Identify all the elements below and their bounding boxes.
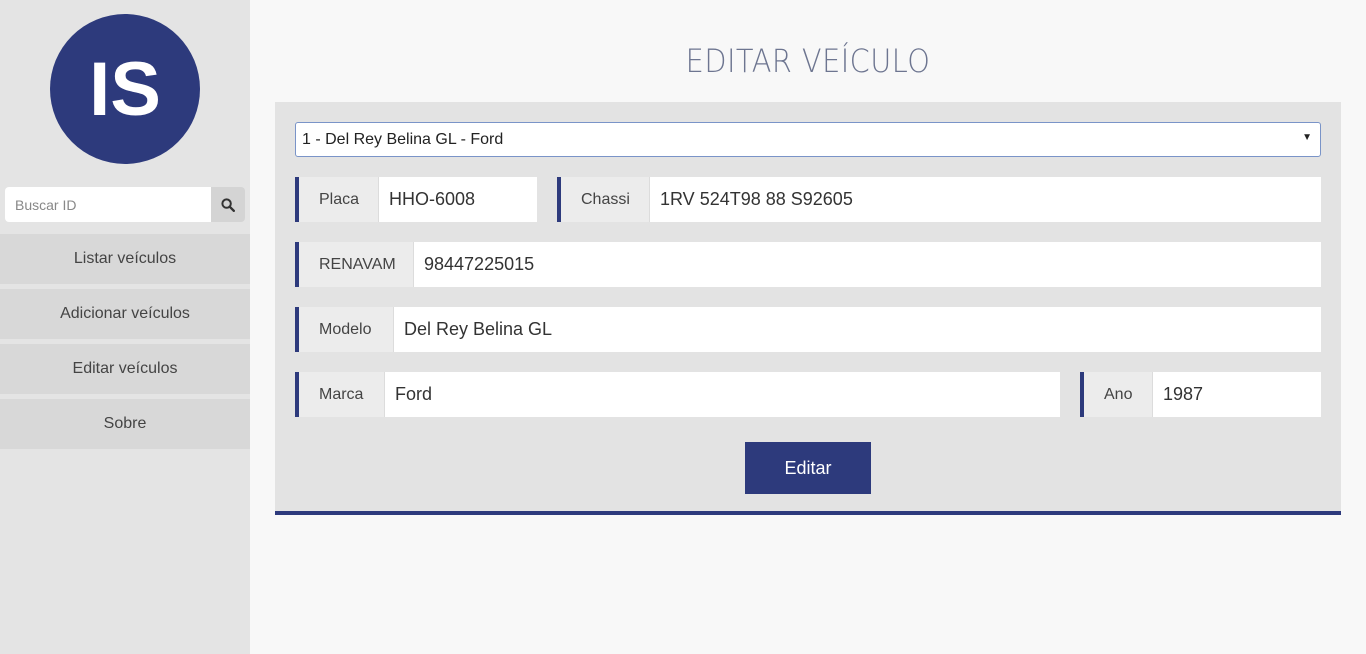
ano-field: Ano 1987 <box>1080 372 1321 417</box>
ano-label: Ano <box>1084 372 1153 417</box>
chassi-input[interactable]: 1RV 524T98 88 S92605 <box>650 177 1321 222</box>
placa-input[interactable]: HHO-6008 <box>379 177 537 222</box>
dropdown-arrow-icon: ▼ <box>1302 132 1312 143</box>
editar-button[interactable]: Editar <box>745 442 871 494</box>
logo-text: IS <box>89 46 161 132</box>
search-bar <box>5 187 245 222</box>
marca-label: Marca <box>299 372 385 417</box>
renavam-label: RENAVAM <box>299 242 414 287</box>
modelo-label: Modelo <box>299 307 394 352</box>
search-icon <box>221 197 235 212</box>
edit-form-panel: 1 - Del Rey Belina GL - Ford ▼ Placa HHO… <box>275 102 1341 515</box>
modelo-input[interactable]: Del Rey Belina GL <box>394 307 1321 352</box>
logo: IS <box>50 14 200 164</box>
nav-item-adicionar[interactable]: Adicionar veículos <box>0 289 250 339</box>
chassi-label: Chassi <box>561 177 650 222</box>
vehicle-select[interactable]: 1 - Del Rey Belina GL - Ford ▼ <box>295 122 1321 157</box>
nav-item-editar[interactable]: Editar veículos <box>0 344 250 394</box>
ano-input[interactable]: 1987 <box>1153 372 1321 417</box>
marca-field: Marca Ford <box>295 372 1060 417</box>
sidebar: IS Listar veículos Adicionar veículos Ed… <box>0 0 250 654</box>
nav-item-sobre[interactable]: Sobre <box>0 399 250 449</box>
sidebar-nav: Listar veículos Adicionar veículos Edita… <box>0 234 250 454</box>
search-button[interactable] <box>211 187 245 222</box>
renavam-field: RENAVAM 98447225015 <box>295 242 1321 287</box>
renavam-input[interactable]: 98447225015 <box>414 242 1321 287</box>
page-title: EDITAR VEÍCULO <box>685 42 931 80</box>
modelo-field: Modelo Del Rey Belina GL <box>295 307 1321 352</box>
marca-input[interactable]: Ford <box>385 372 1060 417</box>
search-input[interactable] <box>5 187 211 222</box>
placa-field: Placa HHO-6008 <box>295 177 537 222</box>
chassi-field: Chassi 1RV 524T98 88 S92605 <box>557 177 1321 222</box>
placa-label: Placa <box>299 177 379 222</box>
vehicle-select-value: 1 - Del Rey Belina GL - Ford <box>302 130 504 148</box>
nav-item-listar[interactable]: Listar veículos <box>0 234 250 284</box>
